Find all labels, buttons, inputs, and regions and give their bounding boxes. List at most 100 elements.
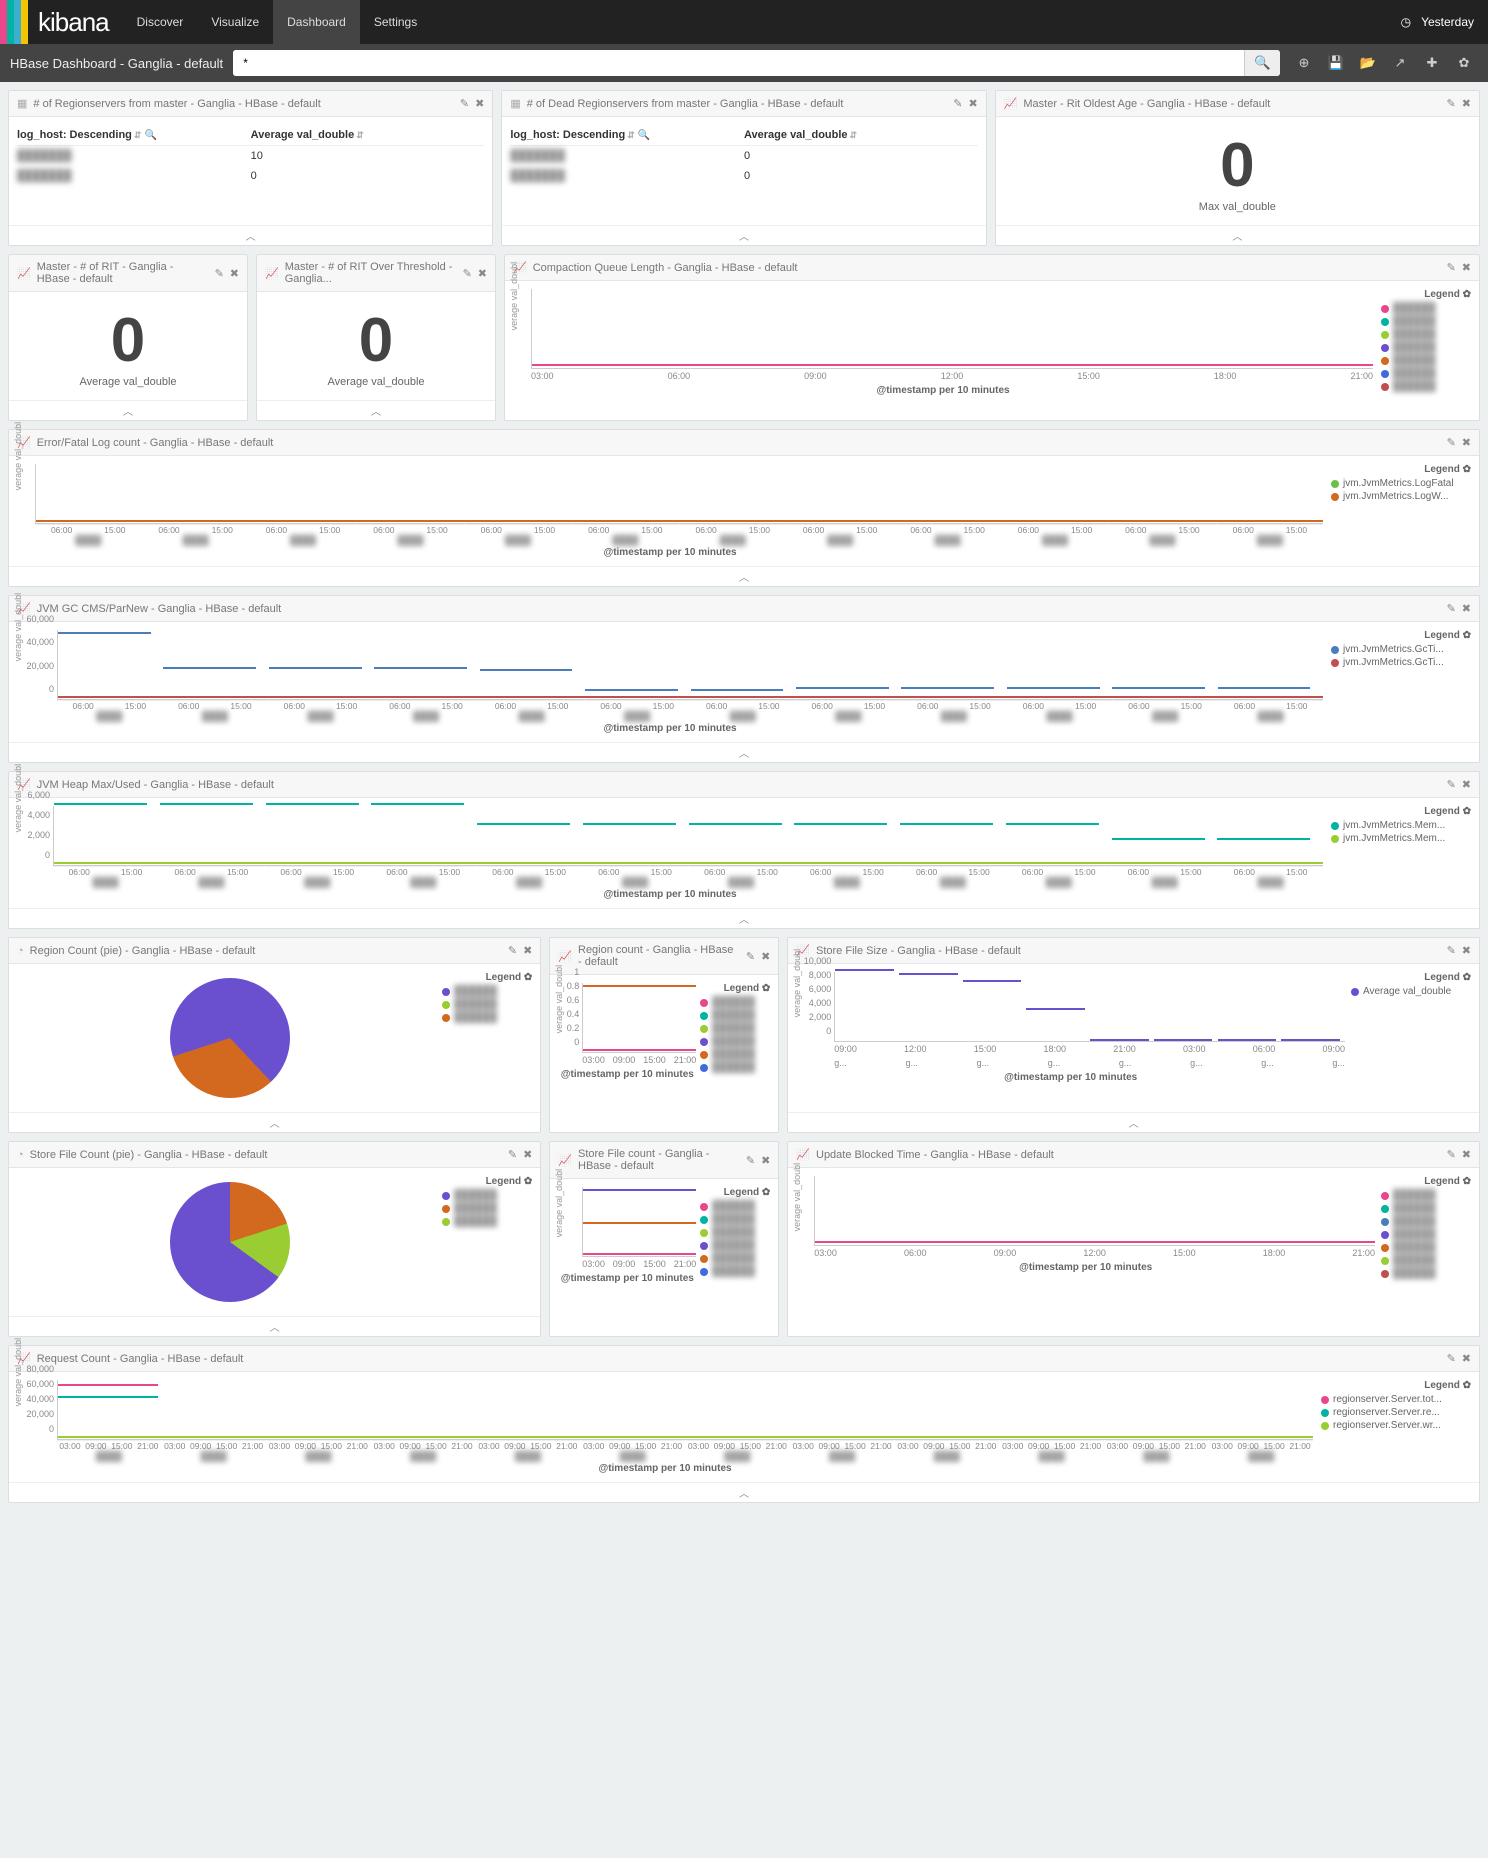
legend-item[interactable]: ██████ <box>1381 1228 1471 1241</box>
legend-item[interactable]: ██████ <box>1381 1215 1471 1228</box>
collapse-toggle[interactable]: ︿ <box>9 1316 540 1336</box>
close-icon[interactable]: ✖ <box>475 97 484 110</box>
legend-item[interactable]: ██████ <box>700 1022 770 1035</box>
legend-item[interactable]: ██████ <box>1381 1189 1471 1202</box>
edit-icon[interactable]: ✎ <box>1447 944 1456 957</box>
close-icon[interactable]: ✖ <box>1462 97 1471 110</box>
col-avg[interactable]: Average val_double <box>251 129 355 141</box>
edit-icon[interactable]: ✎ <box>953 97 962 110</box>
legend-item[interactable]: ██████ <box>1381 354 1471 367</box>
legend-item[interactable]: ██████ <box>700 1009 770 1022</box>
legend-item[interactable]: ██████ <box>442 1215 532 1228</box>
legend-gear-icon[interactable]: ✿ <box>1463 972 1471 983</box>
col-avg[interactable]: Average val_double <box>744 129 848 141</box>
sort-icon[interactable]: ⇵ <box>627 130 635 140</box>
close-icon[interactable]: ✖ <box>478 267 487 280</box>
legend-gear-icon[interactable]: ✿ <box>524 972 532 983</box>
legend-item[interactable]: ██████ <box>1381 1202 1471 1215</box>
close-icon[interactable]: ✖ <box>1462 944 1471 957</box>
edit-icon[interactable]: ✎ <box>746 950 755 963</box>
legend-item[interactable]: ██████ <box>442 1011 532 1024</box>
sort-icon[interactable]: ⇵ <box>134 130 142 140</box>
legend-item[interactable]: ██████ <box>442 998 532 1011</box>
legend-item[interactable]: regionserver.Server.tot... <box>1321 1393 1471 1406</box>
legend-gear-icon[interactable]: ✿ <box>762 1187 770 1198</box>
close-icon[interactable]: ✖ <box>1462 1148 1471 1161</box>
legend-item[interactable]: ██████ <box>442 985 532 998</box>
close-icon[interactable]: ✖ <box>761 950 770 963</box>
legend-item[interactable]: regionserver.Server.wr... <box>1321 1419 1471 1432</box>
legend-item[interactable]: jvm.JvmMetrics.GcTi... <box>1331 656 1471 669</box>
sort-icon[interactable]: ⇵ <box>356 130 364 140</box>
edit-icon[interactable]: ✎ <box>215 267 224 280</box>
edit-icon[interactable]: ✎ <box>1447 436 1456 449</box>
legend-item[interactable]: ██████ <box>442 1202 532 1215</box>
legend-item[interactable]: ██████ <box>700 1061 770 1074</box>
edit-icon[interactable]: ✎ <box>508 944 517 957</box>
nav-settings[interactable]: Settings <box>360 0 431 44</box>
edit-icon[interactable]: ✎ <box>460 97 469 110</box>
legend-gear-icon[interactable]: ✿ <box>1463 806 1471 817</box>
legend-gear-icon[interactable]: ✿ <box>1463 464 1471 475</box>
legend-item[interactable]: ██████ <box>1381 1267 1471 1280</box>
collapse-toggle[interactable]: ︿ <box>996 225 1479 245</box>
close-icon[interactable]: ✖ <box>523 944 532 957</box>
col-host[interactable]: log_host: Descending <box>510 129 625 141</box>
save-dashboard-button[interactable]: 💾 <box>1322 51 1350 75</box>
legend-item[interactable]: ██████ <box>700 1048 770 1061</box>
legend-item[interactable]: ██████ <box>700 1035 770 1048</box>
close-icon[interactable]: ✖ <box>523 1148 532 1161</box>
legend-item[interactable]: jvm.JvmMetrics.Mem... <box>1331 819 1471 832</box>
close-icon[interactable]: ✖ <box>968 97 977 110</box>
legend-item[interactable]: ██████ <box>700 996 770 1009</box>
search-button[interactable]: 🔍 <box>1244 50 1280 76</box>
edit-icon[interactable]: ✎ <box>1447 1352 1456 1365</box>
legend-item[interactable]: ██████ <box>1381 380 1471 393</box>
legend-gear-icon[interactable]: ✿ <box>524 1176 532 1187</box>
collapse-toggle[interactable]: ︿ <box>9 400 247 420</box>
legend-item[interactable]: ██████ <box>700 1200 770 1213</box>
legend-item[interactable]: jvm.JvmMetrics.GcTi... <box>1331 643 1471 656</box>
legend-gear-icon[interactable]: ✿ <box>1463 630 1471 641</box>
edit-icon[interactable]: ✎ <box>1447 97 1456 110</box>
legend-item[interactable]: ██████ <box>442 1189 532 1202</box>
filter-icon[interactable]: 🔍 <box>638 130 650 141</box>
legend-gear-icon[interactable]: ✿ <box>1463 289 1471 300</box>
sort-icon[interactable]: ⇵ <box>850 130 858 140</box>
collapse-toggle[interactable]: ︿ <box>257 400 495 420</box>
legend-gear-icon[interactable]: ✿ <box>762 983 770 994</box>
close-icon[interactable]: ✖ <box>1462 261 1471 274</box>
legend-item[interactable]: ██████ <box>1381 1241 1471 1254</box>
add-visualization-button[interactable]: ✚ <box>1418 51 1446 75</box>
new-dashboard-button[interactable]: ⊕ <box>1290 51 1318 75</box>
legend-item[interactable]: ██████ <box>700 1226 770 1239</box>
nav-dashboard[interactable]: Dashboard <box>273 0 360 44</box>
legend-item[interactable]: jvm.JvmMetrics.LogFatal <box>1331 477 1471 490</box>
legend-item[interactable]: ██████ <box>1381 315 1471 328</box>
nav-discover[interactable]: Discover <box>123 0 198 44</box>
col-host[interactable]: log_host: Descending <box>17 129 132 141</box>
legend-item[interactable]: ██████ <box>1381 367 1471 380</box>
legend-item[interactable]: ██████ <box>1381 328 1471 341</box>
legend-gear-icon[interactable]: ✿ <box>1463 1176 1471 1187</box>
close-icon[interactable]: ✖ <box>1462 778 1471 791</box>
close-icon[interactable]: ✖ <box>761 1154 770 1167</box>
time-picker[interactable]: Yesterday <box>1421 15 1474 29</box>
edit-icon[interactable]: ✎ <box>1447 602 1456 615</box>
legend-item[interactable]: ██████ <box>700 1265 770 1278</box>
collapse-toggle[interactable]: ︿ <box>502 225 985 245</box>
filter-icon[interactable]: 🔍 <box>144 130 156 141</box>
legend-item[interactable]: ██████ <box>1381 341 1471 354</box>
edit-icon[interactable]: ✎ <box>1447 261 1456 274</box>
legend-item[interactable]: Average val_double <box>1351 985 1471 998</box>
collapse-toggle[interactable]: ︿ <box>9 1482 1479 1502</box>
legend-item[interactable]: ██████ <box>700 1213 770 1226</box>
collapse-toggle[interactable]: ︿ <box>788 1112 1479 1132</box>
collapse-toggle[interactable]: ︿ <box>9 908 1479 928</box>
edit-icon[interactable]: ✎ <box>1447 1148 1456 1161</box>
close-icon[interactable]: ✖ <box>1462 602 1471 615</box>
edit-icon[interactable]: ✎ <box>1447 778 1456 791</box>
close-icon[interactable]: ✖ <box>1462 436 1471 449</box>
legend-gear-icon[interactable]: ✿ <box>1463 1380 1471 1391</box>
legend-item[interactable]: ██████ <box>1381 302 1471 315</box>
